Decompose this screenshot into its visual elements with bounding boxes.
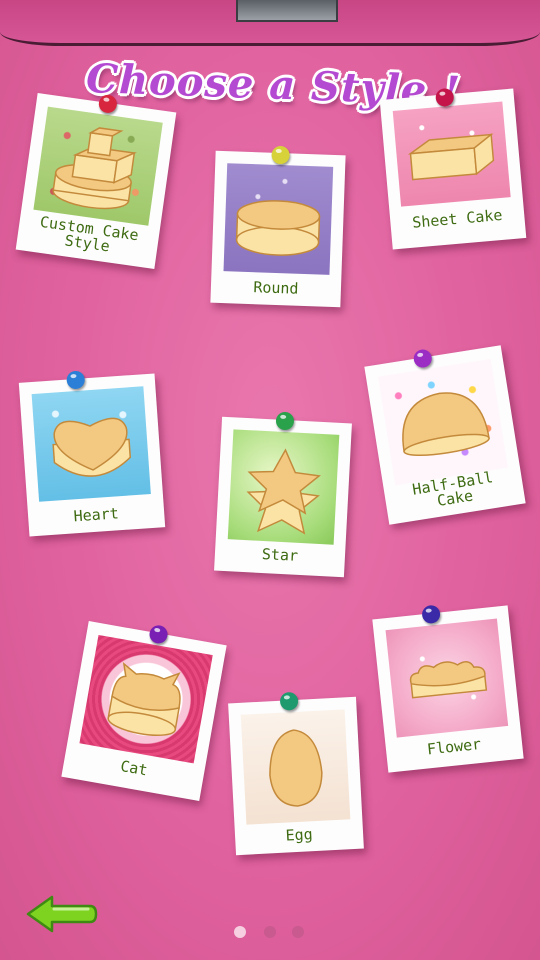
style-card-flower[interactable]: Flower — [372, 604, 524, 773]
style-photo — [240, 709, 351, 825]
pushpin-icon — [271, 145, 290, 165]
style-photo — [79, 634, 213, 764]
style-caption: Sheet Cake — [411, 205, 504, 232]
flower-cake-icon — [409, 661, 488, 699]
cat-cake-icon — [107, 661, 181, 737]
star-cake-icon — [246, 448, 321, 535]
style-card-cat[interactable]: Cat — [61, 621, 227, 801]
style-photo — [227, 429, 340, 545]
pushpin-icon — [412, 348, 434, 369]
back-button[interactable] — [24, 893, 98, 935]
style-card-half-ball[interactable]: Half-Ball Cake — [364, 345, 526, 525]
pushpin-icon — [148, 623, 169, 645]
pushpin-icon — [279, 691, 299, 711]
half-ball-cake-icon — [402, 392, 490, 457]
style-caption: Heart — [73, 504, 120, 526]
tiered-cake-icon — [52, 127, 137, 210]
style-photo — [223, 163, 334, 275]
page-indicator — [234, 926, 314, 940]
style-card-star[interactable]: Star — [214, 411, 352, 578]
pushpin-icon — [434, 87, 455, 108]
pushpin-icon — [421, 604, 441, 625]
page-dot[interactable] — [292, 926, 304, 938]
pushpin-icon — [66, 370, 86, 390]
style-card-heart[interactable]: Heart — [18, 370, 166, 537]
style-caption: Egg — [285, 825, 314, 845]
left-arrow-icon — [26, 895, 98, 933]
style-photo — [385, 618, 509, 738]
style-photo — [33, 106, 163, 226]
style-card-egg[interactable]: Egg — [228, 691, 364, 856]
style-card-sheet[interactable]: Sheet Cake — [379, 87, 527, 250]
style-card-round[interactable]: Round — [210, 145, 346, 308]
style-caption: Star — [261, 544, 299, 565]
heart-cake-icon — [52, 417, 132, 477]
egg-cake-icon — [269, 729, 323, 807]
page-dot-active[interactable] — [234, 926, 246, 938]
style-card-custom[interactable]: Custom Cake Style — [15, 93, 177, 269]
round-cake-icon — [235, 200, 321, 256]
style-photo — [392, 101, 511, 207]
pushpin-icon — [275, 411, 295, 431]
page-dot[interactable] — [264, 926, 276, 938]
top-handle — [236, 0, 338, 22]
style-caption: Flower — [426, 734, 482, 759]
style-caption: Round — [253, 278, 299, 298]
sheet-cake-icon — [407, 133, 495, 181]
style-photo — [378, 358, 508, 486]
style-photo — [31, 386, 151, 502]
